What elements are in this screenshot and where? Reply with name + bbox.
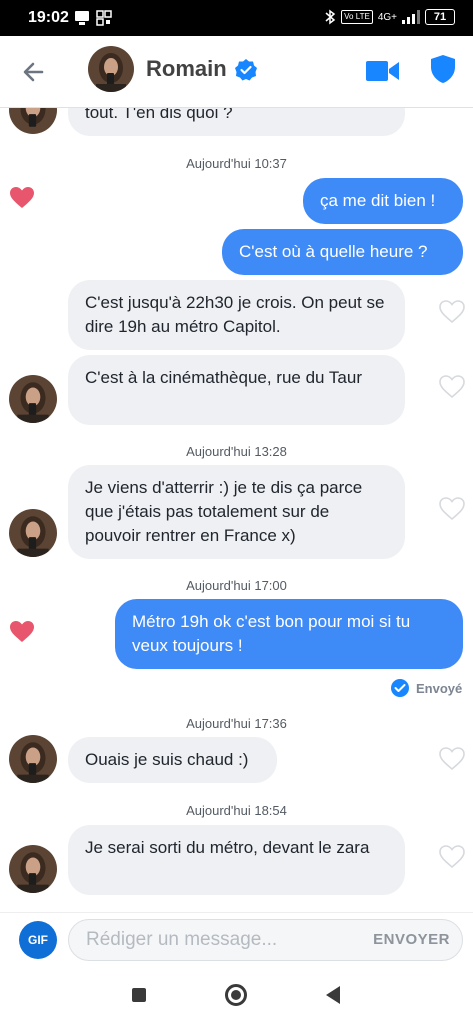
volte-badge: Vo LTE [341,10,373,24]
contact-avatar-small[interactable] [9,375,57,423]
signal-icon [402,10,420,24]
video-call-icon[interactable] [366,58,400,84]
delivery-status: Envoyé [390,678,462,698]
like-heart-outline-icon[interactable] [439,845,465,869]
notification-icons [74,10,112,26]
like-heart-outline-icon[interactable] [439,747,465,771]
incoming-message-bubble[interactable]: C'est à la cinémathèque, rue du Taur [68,355,405,425]
avatar-photo-icon [9,845,57,893]
contact-avatar[interactable] [88,46,134,92]
avatar-photo-icon [9,108,57,134]
message-timestamp: Aujourd'hui 17:00 [186,578,287,593]
message-input[interactable] [86,929,356,951]
outgoing-message-bubble[interactable]: ça me dit bien ! [303,178,463,224]
message-list[interactable]: tout. T'en dis quoi ? Aujourd'hui 10:37 … [0,108,473,912]
message-timestamp: Aujourd'hui 13:28 [186,444,287,459]
status-time: 19:02 [28,9,69,26]
liked-heart-icon[interactable] [9,186,35,210]
home-icon[interactable] [225,984,247,1006]
avatar-photo-icon [9,509,57,557]
verified-badge-icon [235,59,257,81]
system-navigation-bar [0,968,473,1024]
avatar-photo-icon [88,46,134,92]
like-heart-outline-icon[interactable] [439,497,465,521]
chat-header: Romain [0,36,473,108]
gif-button[interactable]: GIF [19,921,57,959]
delivered-label: Envoyé [416,680,463,696]
incoming-message-bubble[interactable]: tout. T'en dis quoi ? [68,108,405,136]
incoming-message-bubble[interactable]: Je serai sorti du métro, devant le zara [68,825,405,895]
message-timestamp: Aujourd'hui 10:37 [186,156,287,171]
qr-code-icon [96,10,112,26]
contact-name[interactable]: Romain [146,56,227,82]
system-indicators: Vo LTE 4G+ 71 [324,9,455,25]
message-input-container[interactable]: ENVOYER [68,919,463,961]
contact-avatar-small[interactable] [9,845,57,893]
bluetooth-icon [325,9,336,25]
send-button[interactable]: ENVOYER [373,931,450,948]
like-heart-outline-icon[interactable] [439,300,465,324]
network-type: 4G+ [377,11,397,23]
incoming-message-bubble[interactable]: C'est jusqu'à 22h30 je crois. On peut se… [68,280,405,350]
notification-app-icon [75,11,89,25]
incoming-message-bubble[interactable]: Je viens d'atterrir :) je te dis ça parc… [68,465,405,559]
message-composer: GIF ENVOYER [0,912,473,968]
delivered-check-icon [391,679,409,697]
back-arrow-icon[interactable] [20,58,48,86]
back-triangle-icon[interactable] [326,986,340,1004]
safety-shield-icon[interactable] [430,54,456,84]
avatar-photo-icon [9,375,57,423]
contact-avatar-small[interactable] [9,108,57,134]
outgoing-message-bubble[interactable]: C'est où à quelle heure ? [222,229,463,275]
battery-icon: 71 [425,9,455,25]
liked-heart-icon[interactable] [9,620,35,644]
avatar-photo-icon [9,735,57,783]
like-heart-outline-icon[interactable] [439,375,465,399]
recent-apps-icon[interactable] [132,988,146,1002]
contact-avatar-small[interactable] [9,509,57,557]
outgoing-message-bubble[interactable]: Métro 19h ok c'est bon pour moi si tu ve… [115,599,463,669]
message-timestamp: Aujourd'hui 17:36 [186,716,287,731]
incoming-message-bubble[interactable]: Ouais je suis chaud :) [68,737,277,783]
message-timestamp: Aujourd'hui 18:54 [186,803,287,818]
contact-avatar-small[interactable] [9,735,57,783]
status-bar: 19:02 Vo LTE 4G+ 71 [0,0,473,36]
